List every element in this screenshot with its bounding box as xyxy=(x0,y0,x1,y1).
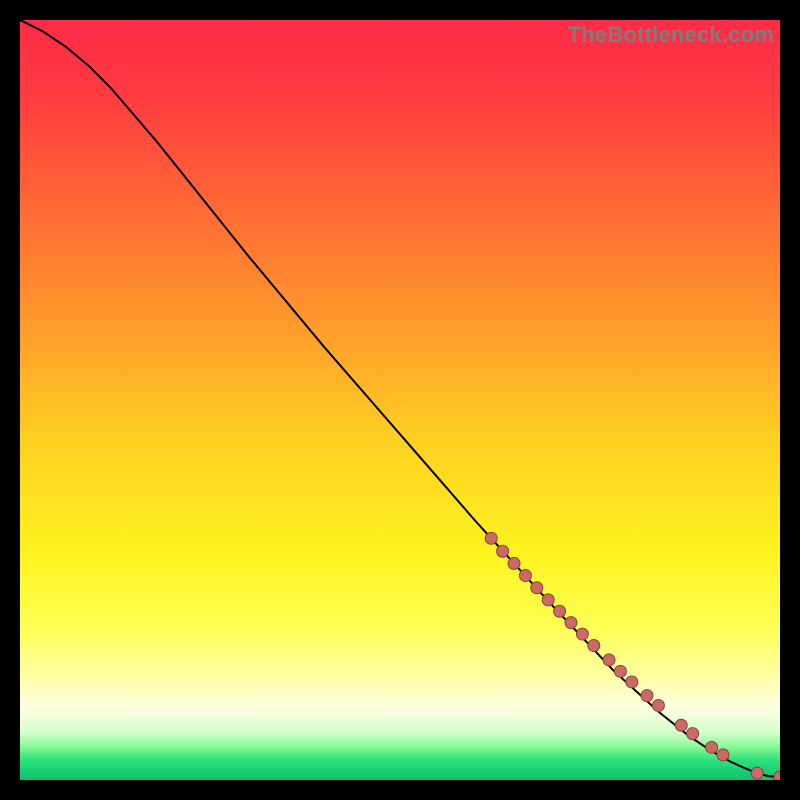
data-point xyxy=(751,767,763,779)
gradient-background xyxy=(20,20,780,780)
data-point xyxy=(508,557,520,569)
chart-svg xyxy=(20,20,780,780)
data-point xyxy=(497,545,509,557)
data-point xyxy=(531,582,543,594)
data-point xyxy=(626,676,638,688)
data-point xyxy=(603,654,615,666)
data-point xyxy=(706,741,718,753)
data-point xyxy=(485,532,497,544)
data-point xyxy=(614,665,626,677)
data-point xyxy=(576,628,588,640)
data-point xyxy=(641,690,653,702)
data-point xyxy=(717,749,729,761)
data-point xyxy=(652,700,664,712)
data-point xyxy=(588,639,600,651)
data-point xyxy=(542,594,554,606)
data-point xyxy=(687,728,699,740)
data-point xyxy=(675,719,687,731)
data-point xyxy=(519,570,531,582)
data-point xyxy=(554,605,566,617)
chart-frame: TheBottleneck.com xyxy=(20,20,780,780)
watermark-text: TheBottleneck.com xyxy=(568,22,774,48)
data-point xyxy=(565,617,577,629)
